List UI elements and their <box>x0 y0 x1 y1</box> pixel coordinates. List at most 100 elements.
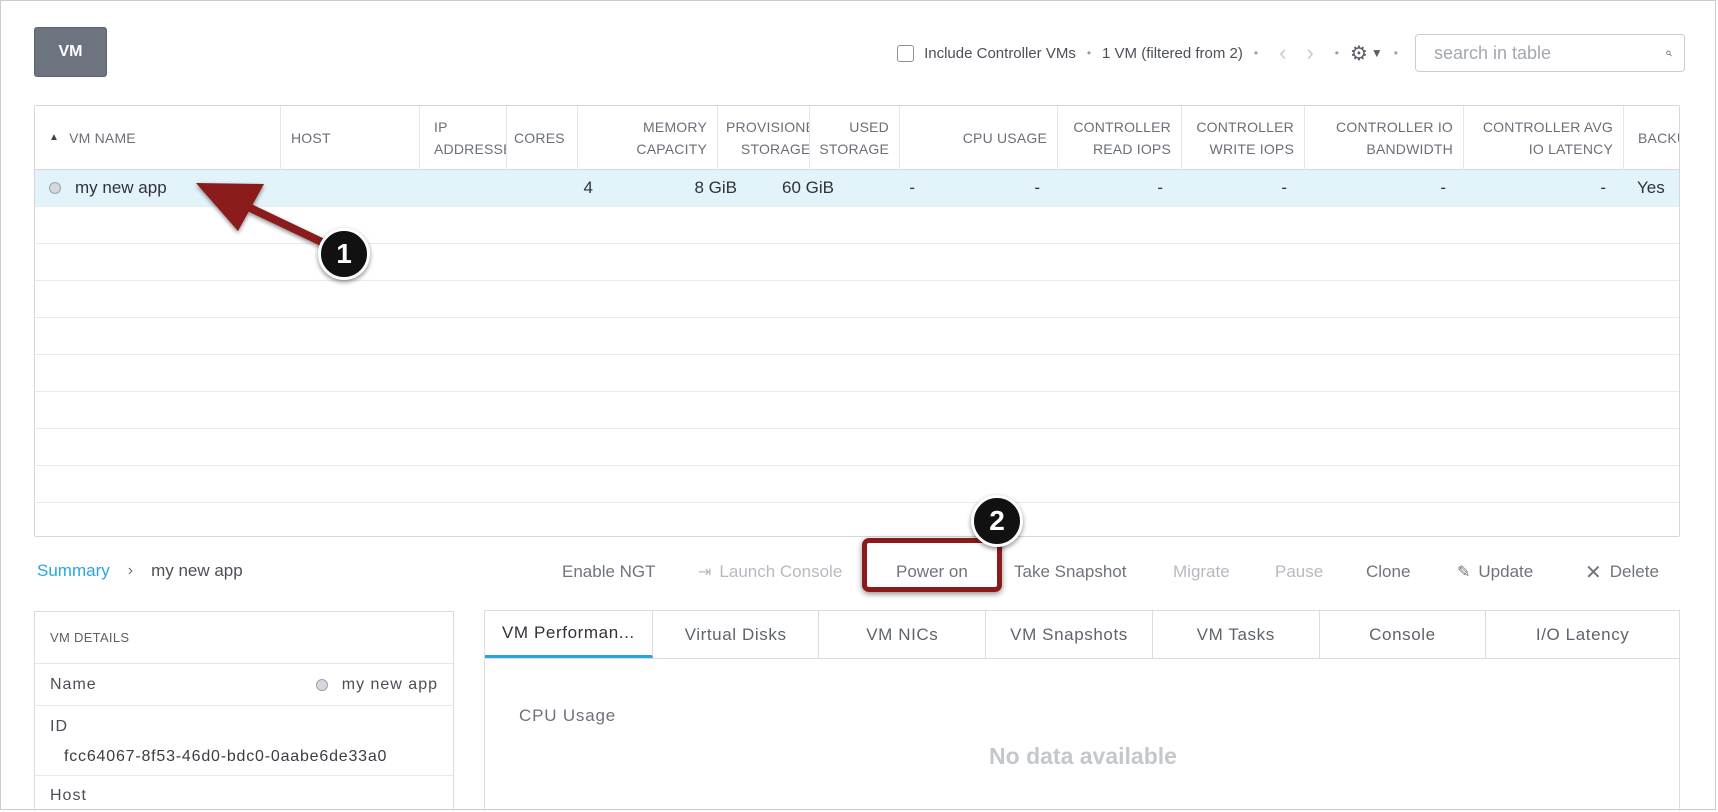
table-row-empty <box>35 281 1679 318</box>
clone-button[interactable]: Clone <box>1366 557 1410 587</box>
column-header-label: CONTROLLER READ IOPS <box>1073 119 1171 157</box>
column-header-label: BACKU... <box>1638 130 1679 146</box>
next-page-icon[interactable]: › <box>1306 42 1313 64</box>
column-header-label: VM NAME <box>69 130 136 146</box>
separator-dot: • <box>1393 46 1398 60</box>
column-header-host[interactable]: HOST <box>281 106 420 170</box>
table-row-empty <box>35 355 1679 392</box>
vm-tabs-panel: VM Performan... Virtual Disks VM NICs VM… <box>484 610 1680 811</box>
delete-label: Delete <box>1609 562 1659 581</box>
breadcrumb-summary-link[interactable]: Summary <box>37 561 110 581</box>
vm-details-name-row: Name my new app <box>35 664 453 706</box>
separator-dot: • <box>1334 46 1339 60</box>
enable-ngt-button[interactable]: Enable NGT <box>562 557 656 587</box>
vm-details-header: VM DETAILS <box>35 612 453 664</box>
tab-bar: VM Performan... Virtual Disks VM NICs VM… <box>485 611 1679 659</box>
column-header-controller-write-iops[interactable]: CONTROLLER WRITE IOPS <box>1182 106 1305 170</box>
launch-console-button[interactable]: ⇥ Launch Console <box>698 557 842 587</box>
table-row[interactable]: my new app 4 8 GiB 60 GiB - - - - - - Ye… <box>35 170 1679 207</box>
separator-dot: • <box>1086 46 1092 60</box>
update-label: Update <box>1478 562 1534 581</box>
pause-button[interactable]: Pause <box>1275 557 1323 587</box>
tab-vm-nics[interactable]: VM NICs <box>819 611 987 658</box>
tab-io-latency[interactable]: I/O Latency <box>1486 611 1679 658</box>
host-label: Host <box>50 787 87 804</box>
prev-page-icon[interactable]: ‹ <box>1279 42 1286 64</box>
id-value: fcc64067-8f53-46d0-bdc0-0aabe6de33a0 <box>64 748 388 765</box>
breadcrumb-current: my new app <box>151 561 243 580</box>
vm-details-panel: VM DETAILS Name my new app ID fcc64067-8… <box>34 611 454 811</box>
tab-vm-snapshots[interactable]: VM Snapshots <box>986 611 1153 658</box>
vm-name-text: my new app <box>75 178 167 197</box>
name-value: my new app <box>341 675 438 693</box>
empty-rows <box>35 207 1679 536</box>
column-header-cores[interactable]: CORES <box>507 106 578 170</box>
column-header-backup[interactable]: BACKU... <box>1624 106 1679 170</box>
controller-io-bandwidth-cell: - <box>1440 178 1446 197</box>
step-2-badge: 2 <box>971 495 1023 547</box>
separator-dot: • <box>1253 46 1259 60</box>
chevron-down-icon[interactable]: ▼ <box>1371 46 1383 60</box>
migrate-button[interactable]: Migrate <box>1173 557 1230 587</box>
table-row-empty <box>35 318 1679 355</box>
vm-table: ▲ VM NAME HOST IPADDRESSES CORES MEMORYC… <box>34 105 1680 537</box>
name-value-group: my new app <box>315 675 438 694</box>
column-header-label: MEMORY CAPACITY <box>636 119 707 157</box>
no-data-message: No data available <box>989 743 1177 769</box>
column-header-label: CONTROLLER WRITE IOPS <box>1196 119 1294 157</box>
column-header-vm-name[interactable]: ▲ VM NAME <box>35 106 281 170</box>
table-row-empty <box>35 244 1679 281</box>
tab-vm-tasks[interactable]: VM Tasks <box>1153 611 1320 658</box>
controller-io-latency-cell: - <box>1600 178 1606 197</box>
tab-vm-performance[interactable]: VM Performan... <box>485 611 653 658</box>
step-1-badge: 1 <box>318 228 370 280</box>
vm-count-text: 1 VM (filtered from 2) <box>1102 44 1243 62</box>
table-row-empty <box>35 466 1679 503</box>
power-on-button[interactable]: Power on <box>896 557 968 587</box>
pencil-icon: ✎ <box>1457 564 1471 581</box>
column-header-label: CONTROLLER IO BANDWIDTH <box>1336 119 1453 157</box>
column-header-controller-avg-io-latency[interactable]: CONTROLLER AVG IO LATENCY <box>1464 106 1624 170</box>
close-icon: ✕ <box>1585 561 1602 584</box>
column-header-used-storage[interactable]: USED STORAGE <box>810 106 900 170</box>
search-icon[interactable] <box>1666 44 1672 63</box>
column-header-memory-capacity[interactable]: MEMORY CAPACITY <box>578 106 718 170</box>
breadcrumb: Summary › my new app <box>37 561 243 581</box>
column-header-provisioned-storage[interactable]: PROVISIONEDSTORAGE <box>718 106 810 170</box>
column-header-controller-io-bandwidth[interactable]: CONTROLLER IO BANDWIDTH <box>1305 106 1464 170</box>
tab-virtual-disks[interactable]: Virtual Disks <box>653 611 820 658</box>
search-input[interactable] <box>1434 42 1666 64</box>
search-box[interactable] <box>1415 34 1685 72</box>
column-header-label: CONTROLLER AVG IO LATENCY <box>1482 119 1613 157</box>
power-state-icon <box>49 182 61 194</box>
id-label: ID <box>50 718 68 735</box>
table-row-empty <box>35 429 1679 466</box>
column-header-ip-addresses[interactable]: IPADDRESSES <box>420 106 507 170</box>
column-header-label: CORES <box>514 130 565 146</box>
table-row-empty <box>35 503 1679 536</box>
table-row-empty <box>35 392 1679 429</box>
table-row-empty <box>35 207 1679 244</box>
power-state-icon <box>315 678 328 691</box>
host-cell <box>281 170 420 206</box>
vm-type-button[interactable]: VM <box>34 27 107 77</box>
ip-cell <box>420 170 507 206</box>
backup-cell: Yes <box>1637 178 1665 197</box>
take-snapshot-button[interactable]: Take Snapshot <box>1014 557 1126 587</box>
column-header-label: HOST <box>291 130 331 146</box>
delete-button[interactable]: ✕ Delete <box>1585 557 1659 587</box>
include-controller-vms-checkbox[interactable] <box>897 44 915 62</box>
include-controller-vms-label: Include Controller VMs <box>924 44 1076 62</box>
launch-icon: ⇥ <box>698 564 712 581</box>
tab-console[interactable]: Console <box>1320 611 1487 658</box>
controller-write-iops-cell: - <box>1281 178 1287 197</box>
sort-ascending-icon[interactable]: ▲ <box>49 127 59 149</box>
gear-icon[interactable]: ⚙ <box>1350 41 1368 66</box>
app-frame: VM Include Controller VMs • 1 VM (filter… <box>0 0 1716 811</box>
update-button[interactable]: ✎ Update <box>1457 557 1533 587</box>
column-header-cpu-usage[interactable]: CPU USAGE <box>900 106 1058 170</box>
column-header-label: PROVISIONEDSTORAGE <box>726 119 810 157</box>
vm-details-host-row: Host <box>35 776 453 811</box>
column-header-controller-read-iops[interactable]: CONTROLLER READ IOPS <box>1058 106 1182 170</box>
column-header-label: USED STORAGE <box>819 119 889 157</box>
